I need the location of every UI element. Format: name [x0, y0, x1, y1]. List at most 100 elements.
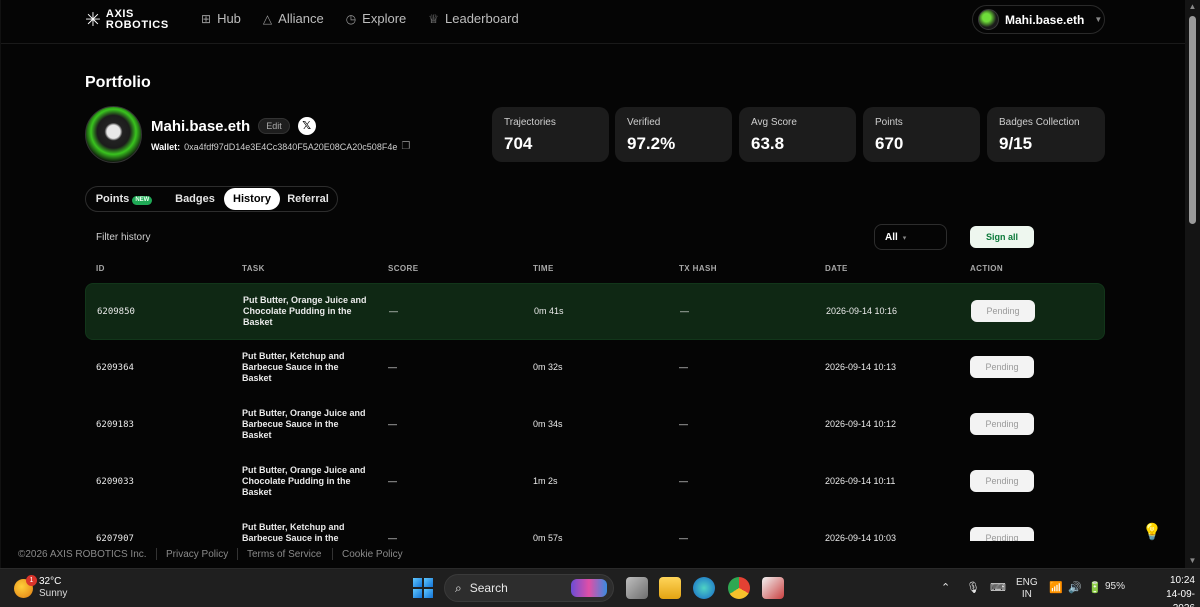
nav-explore-label: Explore — [362, 11, 407, 26]
stat-value: 63.8 — [751, 134, 785, 153]
row-tx-hash: — — [679, 476, 688, 486]
language-line-2: IN — [1021, 589, 1032, 600]
col-header-task: TASK — [242, 264, 265, 273]
windows-start-icon[interactable] — [413, 578, 433, 598]
task-view-icon[interactable] — [626, 577, 648, 599]
stat-label: Badges Collection — [999, 117, 1080, 128]
table-row[interactable]: 6209364 Put Butter, Ketchup and Barbecue… — [85, 340, 1105, 397]
volume-icon[interactable]: 🔊 — [1068, 581, 1082, 594]
row-time: 1m 2s — [533, 476, 558, 486]
weather-condition: Sunny — [39, 588, 68, 599]
stat-value: 97.2% — [627, 134, 676, 153]
nav-leaderboard[interactable]: ♕ Leaderboard — [428, 11, 519, 26]
filter-select[interactable]: All ▾ — [874, 224, 947, 250]
scroll-up-icon[interactable]: ▲ — [1185, 0, 1200, 14]
sign-all-button[interactable]: Sign all — [970, 226, 1034, 248]
stat-value: 704 — [504, 134, 533, 153]
tab-history[interactable]: History — [224, 188, 280, 210]
col-header-id: ID — [96, 264, 105, 273]
stat-label: Avg Score — [751, 117, 797, 128]
row-score: — — [389, 306, 398, 316]
language-line-1: ENG — [1016, 577, 1038, 588]
table-row[interactable]: 6209183 Put Butter, Orange Juice and Bar… — [85, 397, 1105, 454]
trophy-icon: ♕ — [428, 11, 440, 26]
search-highlight-icon — [571, 579, 607, 597]
wallet-label: Wallet: — [151, 141, 181, 152]
row-task: Put Butter, Orange Juice and Barbecue Sa… — [242, 408, 366, 440]
axis-robotics-logo[interactable]: ✳ AXIS ROBOTICS — [85, 9, 169, 31]
user-menu-button[interactable]: Mahi.base.eth ▼ — [972, 5, 1105, 34]
sun-icon: 1 — [14, 574, 37, 598]
nav-explore[interactable]: ◷ Explore — [346, 11, 407, 26]
profile-avatar — [85, 106, 142, 163]
portfolio-tabs: Points NEW Badges History Referral — [85, 186, 338, 212]
tab-referral[interactable]: Referral — [282, 188, 334, 210]
nav-leaderboard-label: Leaderboard — [445, 11, 519, 26]
battery-icon[interactable]: 🔋 — [1088, 581, 1102, 594]
page-scrollbar[interactable]: ▲ ▼ — [1185, 0, 1200, 568]
row-date: 2026-09-14 10:16 — [826, 306, 898, 316]
profile-name: Mahi.base.eth — [151, 117, 251, 135]
user-avatar — [978, 9, 999, 30]
footer-divider — [237, 548, 238, 560]
row-tx-hash: — — [680, 306, 689, 316]
x-icon[interactable]: 𝕏 — [297, 117, 316, 135]
row-date: 2026-09-14 10:11 — [825, 476, 896, 486]
scrollbar-thumb[interactable] — [1189, 16, 1196, 224]
page-title: Portfolio — [85, 74, 151, 91]
privacy-policy-link[interactable]: Privacy Policy — [166, 549, 228, 560]
pending-button[interactable]: Pending — [971, 300, 1035, 322]
keyboard-icon[interactable]: ⌨ — [990, 581, 1006, 594]
copyright: ©2026 AXIS ROBOTICS Inc. — [18, 549, 147, 560]
cookie-policy-link[interactable]: Cookie Policy — [342, 549, 403, 560]
col-header-time: TIME — [533, 264, 554, 273]
row-task: Put Butter, Ketchup and Barbecue Sauce i… — [242, 351, 345, 383]
stat-label: Points — [875, 117, 903, 128]
file-explorer-icon[interactable] — [659, 577, 681, 599]
tab-points[interactable]: Points NEW — [89, 188, 159, 210]
table-row[interactable]: 6209850 Put Butter, Orange Juice and Cho… — [85, 283, 1105, 340]
scroll-down-icon[interactable]: ▼ — [1185, 554, 1200, 568]
pending-button[interactable]: Pending — [970, 413, 1034, 435]
stat-avg-score: Avg Score 63.8 — [739, 107, 856, 162]
row-time: 0m 41s — [534, 306, 564, 316]
row-date: 2026-09-14 10:13 — [825, 362, 897, 372]
nav-alliance[interactable]: △ Alliance — [263, 11, 324, 26]
battery-percent: 95% — [1105, 581, 1126, 592]
snipping-tool-icon[interactable] — [762, 577, 784, 599]
row-tx-hash: — — [679, 362, 688, 372]
pending-button[interactable]: Pending — [970, 470, 1034, 492]
tab-badges[interactable]: Badges — [165, 188, 225, 210]
row-id: 6209033 — [96, 477, 134, 487]
nav-hub[interactable]: ⊞ Hub — [201, 11, 241, 26]
taskbar-search[interactable]: ⌕ Search — [444, 574, 614, 602]
col-header-date: DATE — [825, 264, 848, 273]
language-indicator[interactable]: ENG IN — [1016, 577, 1038, 601]
col-header-action: ACTION — [970, 264, 1004, 273]
table-row[interactable]: 6209033 Put Butter, Orange Juice and Cho… — [85, 454, 1105, 511]
edit-profile-button[interactable]: Edit — [258, 118, 290, 134]
clock-icon: ◷ — [345, 11, 357, 26]
copy-icon[interactable]: ❐ — [401, 141, 410, 152]
weather-widget[interactable]: 1 32°C Sunny — [14, 574, 68, 600]
pending-button[interactable]: Pending — [970, 356, 1034, 378]
top-nav: ✳ AXIS ROBOTICS ⊞ Hub △ Alliance ◷ Explo… — [1, 0, 1185, 44]
row-id: 6209850 — [97, 307, 135, 317]
microphone-icon[interactable]: 🎙 — [966, 581, 980, 594]
system-clock[interactable]: 10:24 14-09-2026 — [1149, 574, 1195, 607]
page-footer: ©2026 AXIS ROBOTICS Inc. Privacy Policy … — [1, 541, 1185, 568]
wallet-address: 0xa4fdf97dD14e3E4Cc3840F5A20E08CA20c508F… — [184, 141, 398, 152]
stat-label: Verified — [627, 117, 661, 128]
wifi-icon[interactable]: 📶 — [1049, 581, 1063, 594]
app-window: ✳ AXIS ROBOTICS ⊞ Hub △ Alliance ◷ Explo… — [0, 0, 1185, 568]
lightbulb-icon[interactable]: 💡 — [1142, 522, 1162, 542]
row-date: 2026-09-14 10:12 — [825, 419, 897, 429]
taskbar-search-label: Search — [469, 581, 508, 595]
row-task: Put Butter, Orange Juice and Chocolate P… — [242, 465, 366, 497]
chrome-browser-icon[interactable] — [728, 577, 750, 599]
edge-browser-icon[interactable] — [693, 577, 715, 599]
chevron-up-icon[interactable]: ⌃ — [941, 581, 950, 594]
grid-icon: ⊞ — [201, 11, 212, 26]
terms-of-service-link[interactable]: Terms of Service — [247, 549, 321, 560]
notification-badge: 1 — [26, 574, 37, 586]
